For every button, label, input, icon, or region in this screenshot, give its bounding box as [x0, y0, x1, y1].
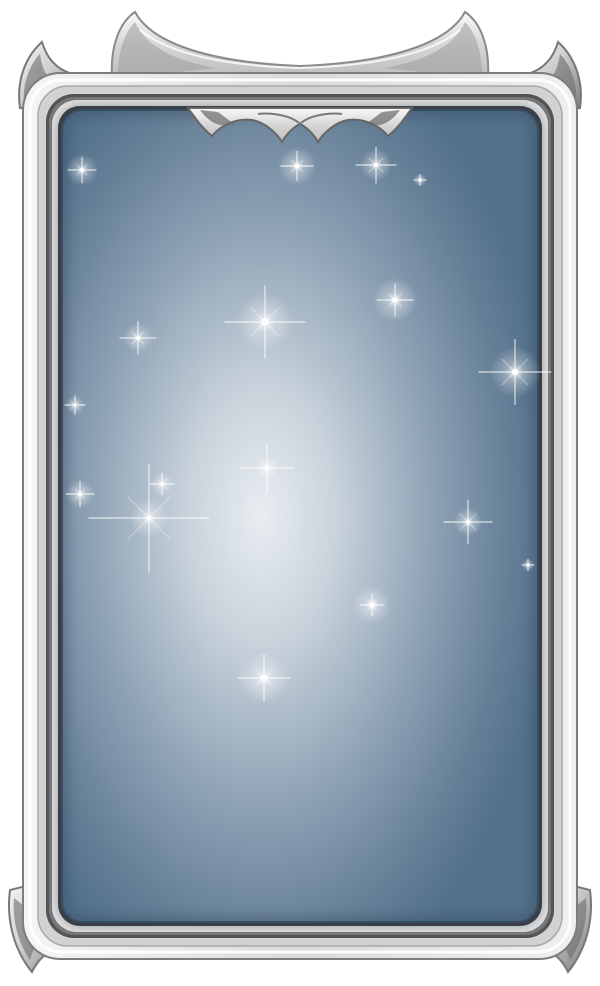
sparkle	[521, 558, 535, 572]
sparkle	[65, 479, 95, 509]
sparkle	[66, 154, 98, 186]
card-frame	[8, 10, 592, 974]
sparkle	[372, 277, 418, 323]
sparkle	[413, 173, 427, 187]
sparkle	[277, 146, 317, 186]
sparkle	[237, 652, 291, 704]
sparkle	[352, 585, 392, 625]
crown-horns-top	[110, 10, 490, 79]
